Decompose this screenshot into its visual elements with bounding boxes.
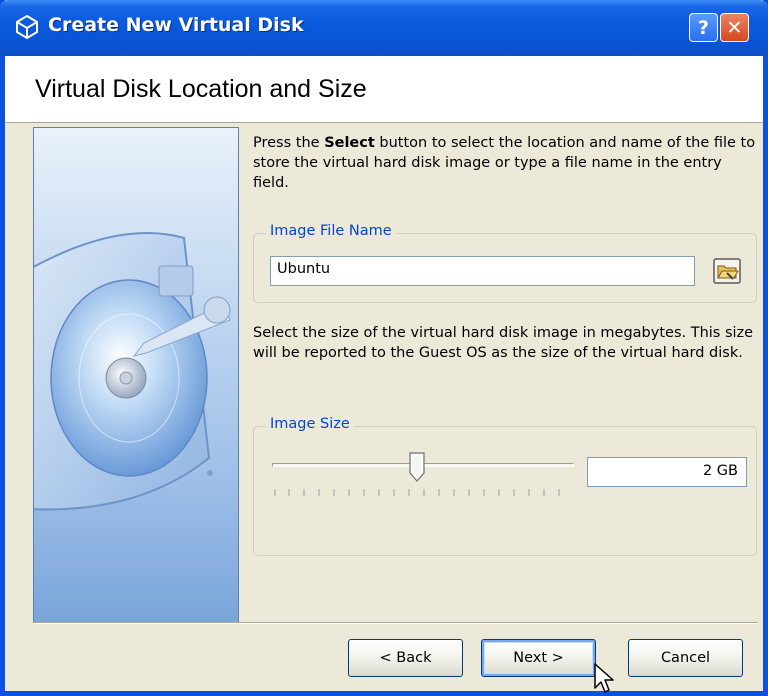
image-file-name-label: Image File Name [266,223,396,239]
select-file-button[interactable] [710,255,743,287]
close-button[interactable]: ✕ [720,13,749,42]
page-title: Virtual Disk Location and Size [35,75,367,103]
description-select-keyword: Select [324,135,375,151]
help-button[interactable]: ? [689,13,718,42]
hard-disk-banner [33,127,239,623]
virtualbox-icon [16,14,38,40]
title-bar[interactable]: Create New Virtual Disk ? ✕ [0,0,768,56]
size-description: Select the size of the virtual hard disk… [253,325,754,361]
mouse-cursor-icon [594,663,614,693]
hard-disk-icon [34,232,231,511]
back-button[interactable]: < Back [348,639,463,677]
slider-ticks [274,489,560,496]
window-title: Create New Virtual Disk [48,14,304,36]
file-name-input[interactable]: Ubuntu [270,256,695,286]
next-button[interactable]: Next > [481,639,596,677]
image-file-name-group: Image File Name Ubuntu [253,223,757,303]
image-size-label: Image Size [266,416,354,432]
description-text-before: Press the [253,135,325,151]
wizard-header: Virtual Disk Location and Size [5,56,763,123]
cancel-button[interactable]: Cancel [628,639,743,677]
dialog-window: Create New Virtual Disk ? ✕ Virtual Disk… [0,0,768,696]
image-size-group: Image Size 2 GB [253,416,757,556]
location-description: Press the Select button to select the lo… [253,133,758,193]
size-input[interactable]: 2 GB [587,457,747,487]
folder-icon [712,258,741,284]
footer-divider [33,622,758,624]
size-slider-thumb[interactable] [408,452,426,482]
